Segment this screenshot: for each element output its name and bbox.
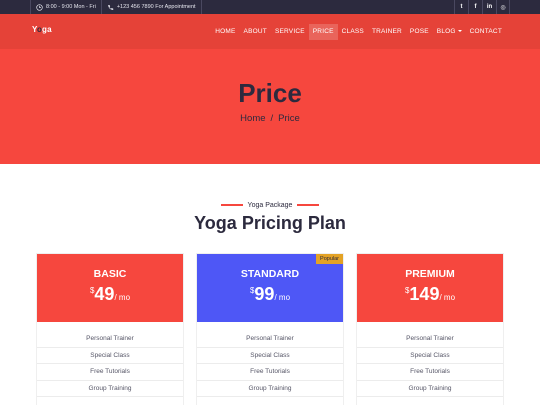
plan-name: STANDARD	[240, 268, 300, 280]
feature-item: Free Tutorials	[197, 364, 343, 381]
section-title: Yoga Pricing Plan	[194, 213, 346, 233]
pricing-card-header: Popular STANDARD $99/ mo	[197, 254, 343, 322]
price-amount: 149	[409, 284, 440, 304]
logo[interactable]: Yoga	[32, 25, 52, 34]
feature-item: Special Class	[357, 348, 503, 364]
plan-price: $149/ mo	[357, 284, 503, 305]
feature-list: Personal Trainer Special Class Free Tuto…	[357, 331, 503, 397]
nav-service[interactable]: SERVICE	[271, 24, 309, 40]
popular-badge: Popular	[316, 254, 343, 264]
feature-item: Special Class	[197, 348, 343, 364]
page-title: Price	[238, 78, 302, 108]
nav-about[interactable]: ABOUT	[240, 24, 271, 40]
currency-symbol: $	[89, 286, 95, 295]
subtitle-line-right	[297, 204, 320, 206]
nav-class[interactable]: CLASS	[338, 24, 368, 40]
pricing-card-header: PREMIUM $149/ mo	[357, 254, 503, 322]
navbar: Yoga HOME ABOUT SERVICE PRICE CLASS TRAI…	[0, 14, 540, 49]
plan-price: $99/ mo	[197, 284, 343, 305]
price-period: / mo	[274, 293, 291, 302]
pricing-card-header: BASIC $49/ mo	[37, 254, 183, 322]
nav-contact[interactable]: CONTACT	[466, 24, 506, 40]
main-menu: HOME ABOUT SERVICE PRICE CLASS TRAINER P…	[211, 24, 506, 40]
plan-name: PREMIUM	[405, 268, 455, 280]
chevron-down-icon	[457, 30, 462, 33]
feature-item: Personal Trainer	[197, 331, 343, 348]
nav-home[interactable]: HOME	[211, 24, 239, 40]
linkedin-icon[interactable]: in	[482, 0, 496, 14]
phone-text: +123 456 7890 For Appointment	[116, 4, 196, 10]
feature-item: Personal Trainer	[37, 331, 183, 348]
page-header: Yoga HOME ABOUT SERVICE PRICE CLASS TRAI…	[0, 14, 540, 164]
price-amount: 99	[254, 284, 275, 304]
feature-item: Free Tutorials	[357, 364, 503, 381]
pricing-card-standard: Popular STANDARD $99/ mo Personal Traine…	[196, 253, 344, 405]
breadcrumb: Home / Price	[0, 113, 540, 124]
price-period: / mo	[439, 293, 456, 302]
phone-info[interactable]: +123 456 7890 For Appointment	[102, 0, 202, 14]
feature-list: Personal Trainer Special Class Free Tuto…	[37, 331, 183, 397]
feature-list: Personal Trainer Special Class Free Tuto…	[197, 331, 343, 397]
feature-item: Free Tutorials	[37, 364, 183, 381]
feature-item: Group Training	[37, 381, 183, 397]
feature-item: Group Training	[357, 381, 503, 397]
currency-symbol: $	[249, 286, 255, 295]
contact-info: 8:00 - 9:00 Mon - Fri +123 456 7890 For …	[30, 0, 202, 14]
twitter-icon[interactable]: t	[454, 0, 468, 14]
phone-icon	[108, 4, 114, 10]
social-links: t f in ◎	[454, 0, 510, 14]
feature-item: Special Class	[37, 348, 183, 364]
clock-icon	[36, 3, 43, 11]
nav-pose[interactable]: POSE	[406, 24, 433, 40]
nav-trainer[interactable]: TRAINER	[368, 24, 406, 40]
feature-item: Group Training	[197, 381, 343, 397]
pricing-card-basic: BASIC $49/ mo Personal Trainer Special C…	[36, 253, 184, 405]
instagram-icon[interactable]: ◎	[496, 0, 510, 14]
pricing-card-premium: PREMIUM $149/ mo Personal Trainer Specia…	[356, 253, 504, 405]
price-period: / mo	[114, 293, 131, 302]
nav-blog-label: BLOG	[436, 28, 456, 35]
nav-price[interactable]: PRICE	[308, 24, 338, 40]
facebook-icon[interactable]: f	[468, 0, 482, 14]
hours-info: 8:00 - 9:00 Mon - Fri	[30, 0, 102, 14]
subtitle-line-left	[220, 204, 243, 206]
plan-price: $49/ mo	[37, 284, 183, 305]
logo-text-end: ga	[42, 25, 52, 34]
plan-name: BASIC	[93, 268, 127, 280]
nav-blog[interactable]: BLOG	[433, 24, 466, 40]
breadcrumb-current: Price	[278, 113, 300, 124]
section-subtitle: Yoga Package	[0, 202, 540, 209]
breadcrumb-home[interactable]: Home	[240, 113, 265, 124]
price-amount: 49	[94, 284, 115, 304]
breadcrumb-separator: /	[270, 113, 274, 124]
hours-text: 8:00 - 9:00 Mon - Fri	[46, 4, 96, 10]
top-bar: 8:00 - 9:00 Mon - Fri +123 456 7890 For …	[0, 0, 540, 14]
section-subtitle-text: Yoga Package	[247, 202, 293, 209]
feature-item: Personal Trainer	[357, 331, 503, 348]
currency-symbol: $	[404, 286, 410, 295]
